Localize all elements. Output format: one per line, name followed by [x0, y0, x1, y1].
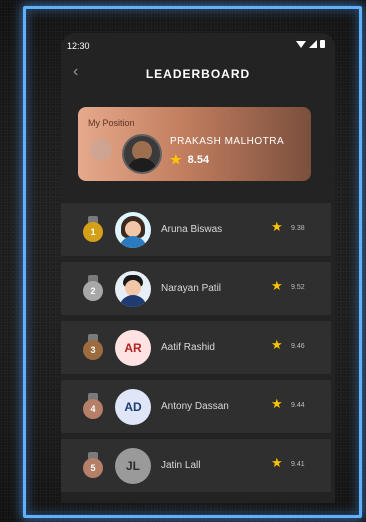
list-item[interactable]: 4 AD Antony Dassan ★ 9.44 [61, 380, 331, 433]
rank-number: 2 [83, 281, 103, 301]
player-name: Narayan Patil [161, 283, 222, 294]
player-score: 9.41 [291, 461, 305, 468]
my-position-card[interactable]: My Position PRAKASH MALHOTRA ★ 8.54 [78, 107, 311, 181]
status-time: 12:30 [67, 41, 90, 51]
medal-icon: 1 [83, 216, 103, 242]
player-score: 9.52 [291, 284, 305, 291]
medal-icon: 4 [83, 393, 103, 419]
my-score: ★ 8.54 [170, 153, 209, 166]
player-name: Jatin Lall [161, 460, 201, 471]
medal-icon: 5 [83, 452, 103, 478]
status-bar: 12:30 [61, 33, 335, 55]
player-name: Aatif Rashid [161, 342, 215, 353]
player-name: Antony Dassan [161, 401, 229, 412]
my-name: PRAKASH MALHOTRA [170, 136, 285, 147]
star-icon: ★ [271, 337, 283, 352]
star-icon: ★ [271, 455, 283, 470]
star-icon: ★ [271, 219, 283, 234]
star-icon: ★ [271, 396, 283, 411]
avatar [115, 212, 151, 248]
battery-icon [320, 40, 325, 48]
player-score: 9.46 [291, 343, 305, 350]
rank-number: 5 [83, 458, 103, 478]
signal-icon [309, 40, 317, 48]
rank-number: 1 [83, 222, 103, 242]
player-score: 9.38 [291, 225, 305, 232]
list-item[interactable]: 3 AR Aatif Rashid ★ 9.46 [61, 321, 331, 374]
player-score: 9.44 [291, 402, 305, 409]
my-score-value: 8.54 [187, 153, 210, 166]
app-header: ‹ LEADERBOARD [61, 61, 335, 85]
avatar: JL [115, 448, 151, 484]
rank-number: 3 [83, 340, 103, 360]
page-title: LEADERBOARD [145, 67, 251, 81]
list-item[interactable]: 2 Narayan Patil ★ 9.52 [61, 262, 331, 315]
star-icon: ★ [170, 152, 182, 167]
avatar: AR [115, 330, 151, 366]
medal-icon: 2 [83, 275, 103, 301]
medal-icon: 3 [83, 334, 103, 360]
avatar: AD [115, 389, 151, 425]
medal-icon [90, 139, 112, 161]
star-icon: ★ [271, 278, 283, 293]
list-item[interactable]: 1 Aruna Biswas ★ 9.38 [61, 203, 331, 256]
status-icons [296, 40, 325, 48]
player-name: Aruna Biswas [161, 224, 223, 235]
phone-screen: 12:30 ‹ LEADERBOARD My Position PRAKASH … [61, 33, 335, 503]
wifi-icon [296, 41, 306, 48]
list-item[interactable]: 5 JL Jatin Lall ★ 9.41 [61, 439, 331, 492]
avatar [122, 134, 162, 174]
avatar [115, 271, 151, 307]
my-position-label: My Position [88, 118, 135, 128]
rank-number: 4 [83, 399, 103, 419]
